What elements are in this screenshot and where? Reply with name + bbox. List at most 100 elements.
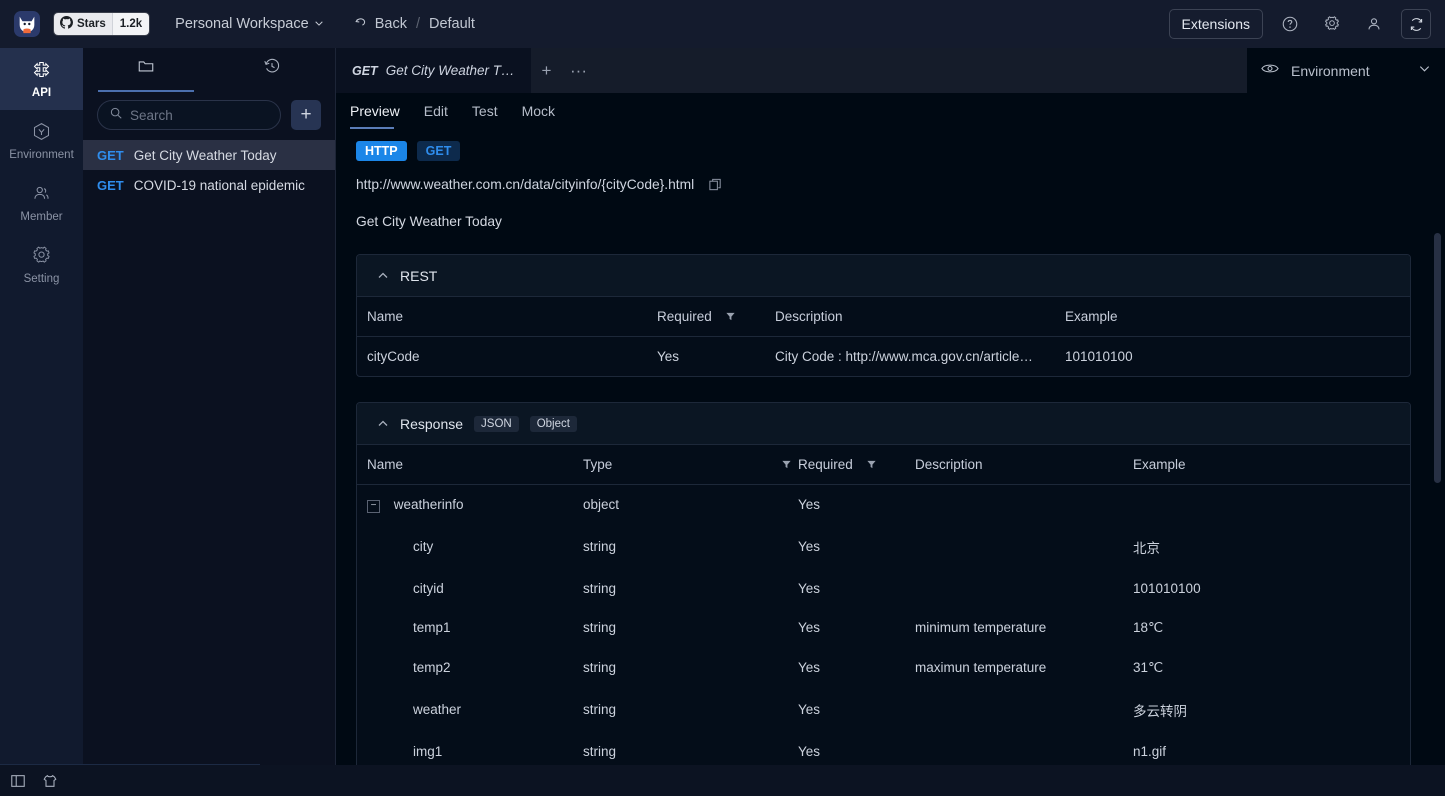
tab-mock[interactable]: Mock bbox=[522, 103, 555, 129]
protocol-badge: HTTP bbox=[356, 141, 407, 161]
tab-more-button[interactable]: ··· bbox=[563, 48, 595, 93]
col-example: Example bbox=[1133, 445, 1410, 485]
search-input[interactable] bbox=[130, 107, 269, 123]
stars-count: 1.2k bbox=[111, 13, 150, 35]
back-button[interactable]: Back bbox=[354, 15, 407, 33]
eye-icon[interactable] bbox=[1261, 62, 1279, 80]
field-description bbox=[915, 688, 1133, 732]
copy-icon[interactable] bbox=[708, 177, 723, 192]
response-section: Response JSON Object Name Type Required … bbox=[356, 402, 1411, 765]
refresh-icon[interactable] bbox=[1401, 9, 1431, 39]
breadcrumb-current[interactable]: Default bbox=[429, 16, 475, 32]
field-name: img1 bbox=[413, 743, 443, 759]
rest-section: REST Name Required Description Example c… bbox=[356, 254, 1411, 377]
endpoint-url-row: http://www.weather.com.cn/data/cityinfo/… bbox=[336, 161, 1445, 192]
table-row[interactable]: temp1 string Yes minimum temperature 18℃ bbox=[357, 608, 1410, 648]
api-icon bbox=[31, 59, 52, 83]
filter-icon[interactable] bbox=[781, 459, 792, 470]
list-item[interactable]: GET COVID-19 national epidemic bbox=[83, 170, 335, 200]
field-type: string bbox=[583, 660, 617, 675]
help-circle-icon[interactable] bbox=[1275, 9, 1305, 39]
user-icon[interactable] bbox=[1359, 9, 1389, 39]
stars-label: Stars bbox=[77, 18, 106, 30]
chevron-up-icon[interactable] bbox=[377, 418, 389, 430]
response-type-badge[interactable]: Object bbox=[529, 415, 577, 432]
rail-item-api[interactable]: API bbox=[0, 48, 83, 110]
environment-hex-icon bbox=[31, 121, 52, 145]
filter-icon[interactable] bbox=[725, 311, 736, 322]
open-document-tab[interactable]: GET Get City Weather T… bbox=[336, 48, 531, 93]
github-stars-badge[interactable]: Stars 1.2k bbox=[54, 13, 150, 35]
add-api-button[interactable]: + bbox=[291, 100, 321, 130]
response-format-badge[interactable]: JSON bbox=[474, 415, 519, 432]
col-required: Required bbox=[798, 445, 915, 485]
member-icon bbox=[31, 183, 52, 207]
col-type: Type bbox=[583, 445, 798, 485]
tab-preview[interactable]: Preview bbox=[350, 103, 400, 129]
table-row[interactable]: temp2 string Yes maximun temperature 31℃ bbox=[357, 648, 1410, 688]
rail-item-member[interactable]: Member bbox=[0, 172, 83, 234]
field-example: 31℃ bbox=[1133, 659, 1164, 675]
field-name: weather bbox=[413, 702, 462, 717]
rest-section-header[interactable]: REST bbox=[357, 255, 1410, 297]
gear-icon bbox=[31, 245, 52, 269]
field-required: Yes bbox=[798, 660, 821, 675]
tab-test[interactable]: Test bbox=[472, 103, 498, 129]
table-row[interactable]: city string Yes 北京 bbox=[357, 525, 1410, 569]
stars-left: Stars bbox=[54, 13, 112, 35]
rest-params-table: Name Required Description Example cityCo… bbox=[357, 297, 1410, 376]
folder-icon bbox=[137, 57, 155, 80]
field-required: Yes bbox=[798, 580, 821, 596]
rail-item-setting[interactable]: Setting bbox=[0, 234, 83, 296]
response-section-header[interactable]: Response JSON Object bbox=[357, 403, 1410, 445]
field-required: Yes bbox=[798, 620, 821, 635]
content-scrollbar[interactable] bbox=[1434, 233, 1441, 483]
field-description bbox=[915, 732, 1133, 766]
table-row[interactable]: cityCode Yes City Code : http://www.mca.… bbox=[357, 337, 1410, 377]
field-description: minimum temperature bbox=[915, 620, 1047, 635]
folder-tab[interactable] bbox=[83, 48, 209, 92]
param-required: Yes bbox=[657, 349, 680, 364]
col-description: Description bbox=[775, 297, 1065, 337]
environment-selector-label[interactable]: Environment bbox=[1291, 63, 1406, 79]
panel-toggle-icon[interactable] bbox=[10, 773, 26, 789]
workspace-selector[interactable]: Personal Workspace bbox=[175, 16, 324, 32]
search-box[interactable] bbox=[97, 100, 281, 130]
cat-logo-icon[interactable] bbox=[14, 11, 40, 37]
chevron-down-icon[interactable] bbox=[1418, 62, 1431, 80]
param-example: 101010100 bbox=[1065, 349, 1133, 364]
col-name: Name bbox=[357, 445, 583, 485]
list-item[interactable]: GET Get City Weather Today bbox=[83, 140, 335, 170]
history-clock-icon bbox=[263, 57, 281, 80]
rail-label-member: Member bbox=[20, 211, 63, 223]
gear-icon[interactable] bbox=[1317, 9, 1347, 39]
api-item-title: Get City Weather Today bbox=[133, 147, 277, 163]
workspace-label: Personal Workspace bbox=[175, 16, 309, 32]
col-description: Description bbox=[915, 445, 1133, 485]
extensions-button[interactable]: Extensions bbox=[1168, 9, 1263, 39]
history-tab[interactable] bbox=[209, 48, 335, 92]
field-type: string bbox=[583, 620, 617, 635]
field-name: − weatherinfo bbox=[357, 485, 583, 525]
rail-item-environment[interactable]: Environment bbox=[0, 110, 83, 172]
breadcrumb-separator: / bbox=[415, 16, 420, 32]
list-search-row: + bbox=[83, 92, 335, 140]
field-example: n1.gif bbox=[1133, 743, 1167, 759]
field-required: Yes bbox=[798, 497, 821, 513]
open-tab-title: Get City Weather T… bbox=[385, 63, 515, 78]
table-row[interactable]: − weatherinfo object Yes bbox=[357, 485, 1410, 525]
field-type: string bbox=[583, 743, 617, 759]
breadcrumb: Back / Default bbox=[354, 15, 475, 33]
new-tab-button[interactable]: + bbox=[531, 48, 563, 93]
chevron-up-icon[interactable] bbox=[377, 270, 389, 282]
table-row[interactable]: weather string Yes 多云转阴 bbox=[357, 688, 1410, 732]
tab-edit[interactable]: Edit bbox=[424, 103, 448, 129]
table-row[interactable]: img1 string Yes n1.gif bbox=[357, 732, 1410, 766]
document-content: Preview Edit Test Mock HTTP GET http://w… bbox=[336, 93, 1445, 765]
back-arrow-icon bbox=[354, 15, 368, 33]
collapse-node-toggle[interactable]: − bbox=[367, 499, 380, 513]
theme-shirt-icon[interactable] bbox=[42, 773, 58, 789]
app-window: Stars 1.2k Personal Workspace Back / Def… bbox=[0, 0, 1445, 796]
filter-icon[interactable] bbox=[866, 459, 877, 470]
table-row[interactable]: cityid string Yes 101010100 bbox=[357, 569, 1410, 608]
